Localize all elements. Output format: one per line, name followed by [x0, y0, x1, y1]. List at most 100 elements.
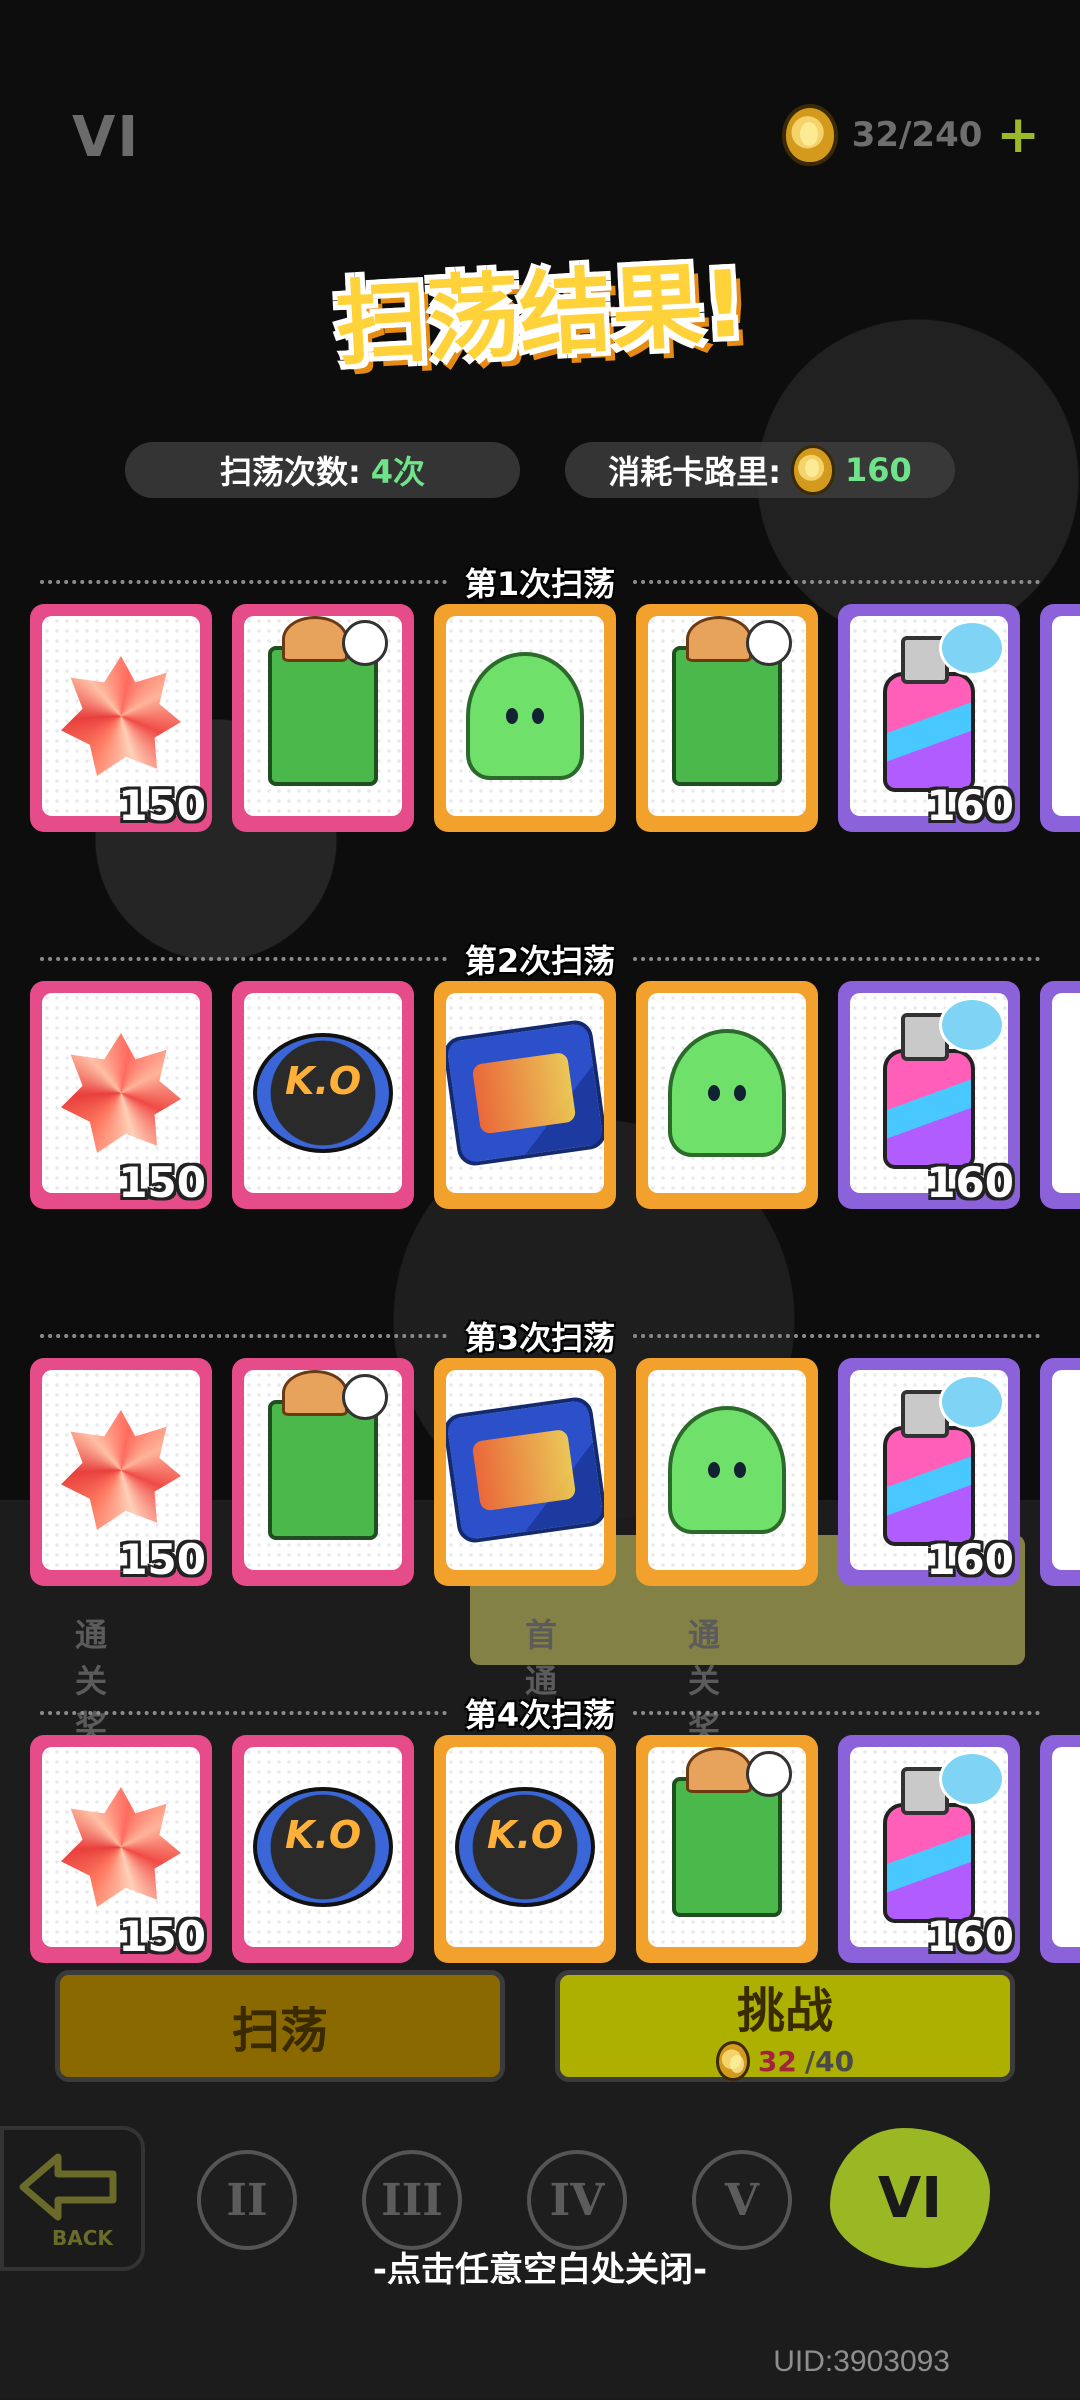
sweep-count-value: 4次 [370, 453, 426, 491]
reward-count: 160 [926, 1912, 1014, 1961]
reward-count: 150 [118, 781, 206, 830]
energy-value: 32/240 [851, 115, 983, 155]
round-header: 第3次扫荡 [40, 1314, 1040, 1358]
sweep-round: 第2次扫荡 150 160 [0, 937, 1080, 1307]
badge-skill-icon [446, 1395, 604, 1545]
uid-label: UID:3903093 [773, 2345, 950, 2378]
reward-card[interactable]: 160 [838, 1358, 1020, 1586]
trash-bag-icon [668, 1029, 786, 1157]
sweep-round: 第1次扫荡 150 160 [0, 560, 1080, 930]
challenge-cost-current: 32 [757, 2044, 797, 2078]
gem-icon [61, 1787, 181, 1907]
trash-box-icon [672, 1747, 792, 1917]
reward-count: 160 [926, 781, 1014, 830]
reward-card[interactable] [232, 981, 414, 1209]
round-title: 第3次扫荡 [464, 1319, 616, 1357]
reward-card[interactable] [434, 1735, 616, 1963]
round-header: 第4次扫荡 [40, 1691, 1040, 1735]
reward-card[interactable]: 150 [30, 981, 212, 1209]
reward-card[interactable] [434, 604, 616, 832]
reward-card[interactable] [232, 1358, 414, 1586]
divider [633, 1334, 1040, 1338]
badge-ko-icon [253, 1033, 393, 1153]
calorie-coin-icon [791, 445, 835, 495]
reward-card-face [446, 1747, 604, 1947]
calorie-cost-pill: 消耗卡路里: 160 [565, 442, 955, 498]
reward-card[interactable] [636, 1358, 818, 1586]
reward-cards: 150 160 [30, 981, 1080, 1213]
spray-icon [883, 1374, 1005, 1546]
trash-box-icon [268, 616, 388, 786]
challenge-button-label: 挑战 [736, 1983, 833, 2039]
reward-card[interactable]: 160 [838, 1735, 1020, 1963]
divider [40, 1334, 447, 1338]
stage-button-iii[interactable]: III [362, 2150, 462, 2250]
divider [40, 580, 447, 584]
back-arrow-icon [19, 2153, 117, 2221]
add-energy-icon[interactable]: + [996, 109, 1040, 161]
reward-cards: 150 160 [30, 604, 1080, 836]
sweep-count-label: 扫荡次数: [219, 453, 361, 491]
reward-card[interactable]: 160 [838, 604, 1020, 832]
reward-card[interactable] [434, 1358, 616, 1586]
reward-card[interactable]: 150 [30, 1358, 212, 1586]
reward-card[interactable] [636, 1735, 818, 1963]
badge-ko-icon [455, 1787, 595, 1907]
sweep-button[interactable]: 扫荡 [55, 1970, 505, 2082]
energy-display: 32/240 + [781, 104, 1040, 166]
divider [633, 1711, 1040, 1715]
reward-count: 160 [926, 1535, 1014, 1584]
reward-card-face [648, 1747, 806, 1947]
trash-bag-icon [466, 652, 584, 780]
reward-card-face [244, 993, 402, 1193]
round-title: 第2次扫荡 [464, 942, 616, 980]
divider [633, 957, 1040, 961]
top-bar: VI 32/240 + [0, 0, 1080, 240]
divider [40, 957, 447, 961]
close-hint: -点击任意空白处关闭- [372, 2250, 708, 2290]
round-header: 第2次扫荡 [40, 937, 1040, 981]
badge-ko-icon [253, 1787, 393, 1907]
gem-icon [61, 1033, 181, 1153]
reward-card-face [244, 1370, 402, 1570]
reward-card-face [244, 1747, 402, 1947]
gem-icon [61, 1410, 181, 1530]
calorie-coin-icon [715, 2041, 750, 2081]
reward-card[interactable] [232, 1735, 414, 1963]
reward-card[interactable]: 150 [30, 1735, 212, 1963]
calorie-cost-value: 160 [845, 451, 912, 489]
stage-button-ii[interactable]: II [197, 2150, 297, 2250]
reward-cards: 150 160 [30, 1735, 1080, 1967]
reward-card[interactable] [636, 604, 818, 832]
challenge-cost: 32 /40 [715, 2041, 855, 2081]
challenge-button[interactable]: 挑战 32 /40 [555, 1970, 1015, 2082]
reward-card-face [648, 993, 806, 1193]
spray-icon [883, 1751, 1005, 1923]
reward-count: 150 [118, 1535, 206, 1584]
spray-icon [883, 620, 1005, 792]
sweep-count-pill: 扫荡次数: 4次 [125, 442, 520, 498]
divider [633, 580, 1040, 584]
reward-card[interactable]: 160 [838, 981, 1020, 1209]
calorie-cost-label: 消耗卡路里: [608, 453, 781, 491]
spray-icon [883, 997, 1005, 1169]
stage-button-iv[interactable]: IV [527, 2150, 627, 2250]
sweep-button-label: 扫荡 [231, 2003, 328, 2059]
calorie-coin-icon [781, 104, 838, 166]
trash-bag-icon [668, 1406, 786, 1534]
reward-card-face [648, 616, 806, 816]
reward-card-face [446, 1370, 604, 1570]
divider [40, 1711, 447, 1715]
reward-card[interactable] [434, 981, 616, 1209]
reward-count: 160 [926, 1158, 1014, 1207]
challenge-cost-total: /40 [804, 2044, 855, 2078]
reward-card-overflow [1040, 1358, 1080, 1586]
reward-card-overflow [1040, 1735, 1080, 1963]
stage-button-v[interactable]: V [692, 2150, 792, 2250]
reward-card[interactable] [636, 981, 818, 1209]
sweep-round: 第3次扫荡 150 160 [0, 1314, 1080, 1684]
trash-box-icon [672, 616, 792, 786]
reward-card[interactable]: 150 [30, 604, 212, 832]
reward-count: 150 [118, 1158, 206, 1207]
reward-card[interactable] [232, 604, 414, 832]
